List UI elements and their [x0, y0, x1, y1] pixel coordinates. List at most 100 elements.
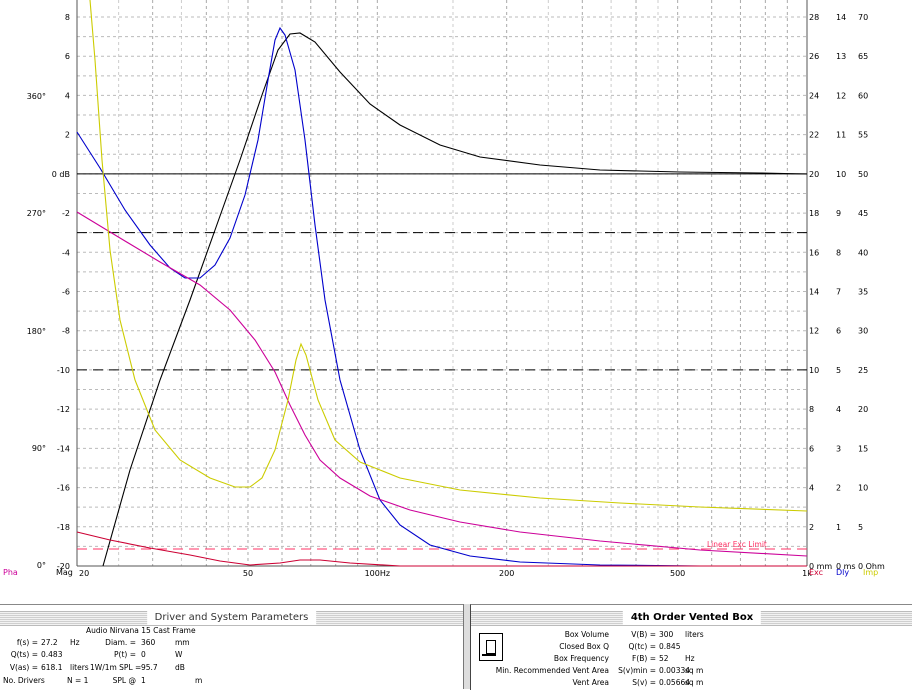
box-param-unit: sq m	[685, 678, 704, 687]
box-param-symbol: S(v) =	[632, 678, 656, 687]
right-axis-tick-label: 16	[809, 248, 819, 257]
magnitude-curve	[102, 32, 808, 567]
right-axis-tick-label: 14	[836, 13, 846, 22]
vented-box-panel: 4th Order Vented Box Box Volume V(B) = 300…	[470, 604, 912, 690]
right-axis-tick-label: 18	[809, 209, 819, 218]
right-axis-tick-label: 4	[809, 484, 814, 493]
driver-panel-title-bar: Driver and System Parameters	[0, 611, 463, 626]
vas-label: V(as) =	[9, 663, 38, 672]
right-axis-tick-label: 26	[809, 52, 819, 61]
right-axis-tick-label: 10	[858, 484, 868, 493]
phase-tick-label: 360°	[27, 92, 46, 101]
plot-grid	[76, 0, 808, 567]
diam-unit: mm	[175, 638, 190, 647]
diam-value: 360	[141, 638, 156, 647]
right-axis-tick-label: 35	[858, 288, 868, 297]
box-param-unit: sq m	[685, 666, 704, 675]
right-axis-tick-label: 45	[858, 209, 868, 218]
fs-unit: Hz	[70, 638, 80, 647]
magnitude-tick-label: 0 dB	[52, 170, 70, 179]
right-axis-tick-label: 14	[809, 288, 819, 297]
right-axis-tick-label: 5	[858, 523, 863, 532]
excursion-axis-label: Exc	[809, 568, 823, 577]
spl-distance-label: SPL @	[112, 676, 136, 685]
magnitude-tick-label: -6	[62, 288, 70, 297]
qts-label: Q(ts) =	[10, 650, 38, 659]
driver-parameters-panel: Driver and System Parameters Audio Nirva…	[0, 604, 463, 690]
right-axis-tick-label: 20	[809, 170, 819, 179]
pt-label: P(t) =	[114, 650, 136, 659]
frequency-tick-label: 200	[499, 569, 514, 578]
magnitude-tick-label: -12	[57, 405, 70, 414]
phase-tick-label: 90°	[32, 444, 46, 453]
right-axis-tick-label: 25	[858, 366, 868, 375]
right-axis-tick-label: 10	[809, 366, 819, 375]
diam-label: Diam. =	[105, 638, 136, 647]
magnitude-tick-label: -14	[57, 444, 70, 453]
driver-panel-title: Driver and System Parameters	[146, 611, 317, 625]
phase-curve	[76, 211, 808, 557]
right-axis-tick-label: 11	[836, 131, 846, 140]
right-axis-tick-label: 55	[858, 131, 868, 140]
response-plot: 86420 dB-2-4-6-8-10-12-14-16-18-20 360°2…	[3, 0, 885, 578]
qts-value: 0.483	[41, 650, 63, 659]
right-axis-tick-label: 40	[858, 248, 868, 257]
right-axis-tick-label: 2	[836, 484, 841, 493]
right-axis-tick-label: 50	[858, 170, 868, 179]
phase-tick-label: 270°	[27, 209, 46, 218]
pt-value: 0	[141, 650, 146, 659]
frequency-tick-label: 50	[243, 569, 253, 578]
frequency-tick-label: 100Hz	[365, 569, 390, 578]
magnitude-axis-label: Mag	[56, 568, 73, 577]
box-param-label: Box Frequency	[553, 654, 609, 663]
driver-name: Audio Nirvana 15 Cast Frame	[86, 626, 196, 635]
right-axis-tick-label: 24	[809, 91, 819, 100]
excursion-curve	[76, 26, 807, 567]
magnitude-tick-label: -10	[57, 366, 70, 375]
right-axis-tick-label: 70	[858, 13, 868, 22]
drivers-value: N = 1	[67, 676, 89, 685]
spl-distance-value: 1	[141, 676, 146, 685]
phase-axis-label: Pha	[3, 568, 18, 577]
impedance-curve	[89, 0, 808, 512]
vas-value: 618.1	[41, 663, 63, 672]
right-axis-tick-label: 7	[836, 288, 841, 297]
box-panel-title-bar: 4th Order Vented Box	[471, 611, 912, 626]
box-param-symbol: Q(tc) =	[628, 642, 657, 651]
box-param-label: Min. Recommended Vent Area	[495, 666, 609, 675]
right-axis-tick-label: 4	[836, 405, 841, 414]
fs-label: f(s) =	[16, 638, 38, 647]
phase-tick-label: 0°	[37, 561, 46, 570]
phase-tick-label: 180°	[27, 327, 46, 336]
box-param-value: 0.845	[659, 642, 681, 651]
linear-excursion-limit-label: Linear Exc Limit	[707, 540, 767, 549]
right-axis-tick-label: 28	[809, 13, 819, 22]
impedance-axis-label: Imp	[863, 568, 878, 577]
spl-value: 95.7	[141, 663, 158, 672]
magnitude-tick-label: 2	[65, 131, 70, 140]
frequency-tick-label: 500	[670, 569, 685, 578]
box-panel-title: 4th Order Vented Box	[622, 611, 762, 625]
magnitude-axis: 86420 dB-2-4-6-8-10-12-14-16-18-20	[52, 13, 70, 571]
box-param-symbol: F(B) =	[632, 654, 656, 663]
frequency-axis: 20 50 100Hz 200 500 1k	[79, 569, 812, 578]
response-curves	[76, 0, 808, 567]
box-param-symbol: S(v)min =	[618, 666, 656, 675]
box-param-label: Closed Box Q	[559, 642, 609, 651]
magnitude-tick-label: -18	[57, 523, 70, 532]
magnitude-tick-label: 4	[65, 91, 70, 100]
right-axis-tick-label: 30	[858, 327, 868, 336]
fs-value: 27.2	[41, 638, 58, 647]
delay-axis-label: Dly	[836, 568, 849, 577]
right-axis-tick-label: 8	[836, 248, 841, 257]
magnitude-tick-label: -4	[62, 248, 70, 257]
right-axis-tick-label: 60	[858, 91, 868, 100]
right-axis-tick-label: 65	[858, 52, 868, 61]
right-axis-tick-label: 15	[858, 444, 868, 453]
box-param-label: Vent Area	[572, 678, 609, 687]
box-param-unit: Hz	[685, 654, 695, 663]
box-param-unit: liters	[685, 630, 704, 639]
box-param-value: 300	[659, 630, 674, 639]
box-param-label: Box Volume	[564, 630, 609, 639]
right-axis-tick-label: 12	[836, 91, 846, 100]
